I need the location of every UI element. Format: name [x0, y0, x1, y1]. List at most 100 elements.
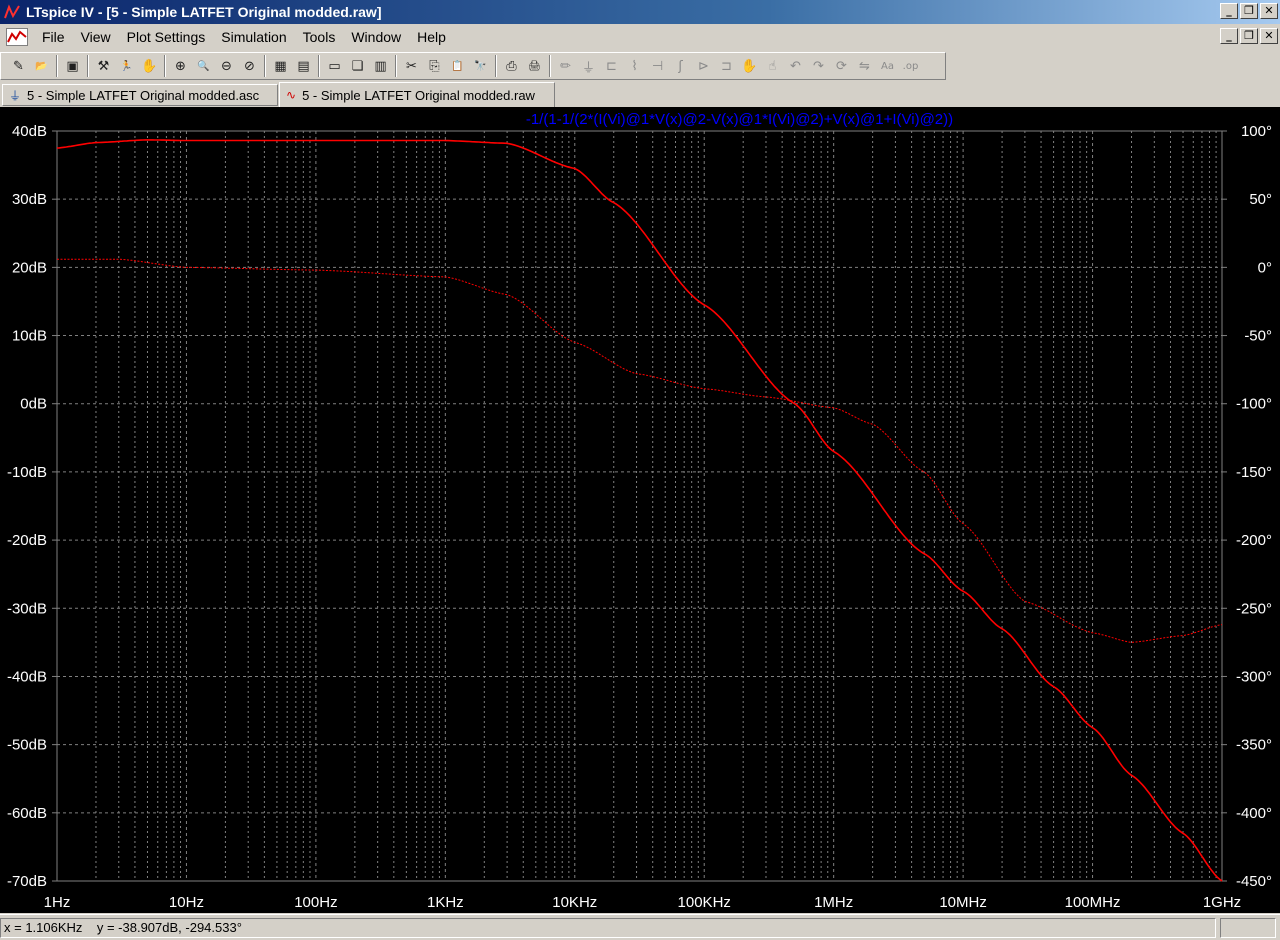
y-tick-label: -50dB	[7, 737, 47, 754]
print-preview-icon[interactable]: ⎙	[500, 55, 523, 77]
toolbar-separator	[318, 55, 320, 77]
resistor-icon[interactable]: ⌇	[623, 55, 646, 77]
print-icon[interactable]: 🖨	[523, 55, 546, 77]
y-tick-label: -30dB	[7, 600, 47, 617]
y-tick-label: 40dB	[12, 123, 47, 140]
zoom-in-icon[interactable]: 🔍	[192, 55, 215, 77]
menu-help[interactable]: Help	[409, 29, 454, 45]
inductor-icon[interactable]: ʃ	[669, 55, 692, 77]
x-tick-label: 100Hz	[294, 894, 337, 911]
plot-canvas[interactable]: 1Hz 10Hz 100Hz 1KHz 10KHz 100KHz 1MHz 10MHz 100M…	[0, 107, 1280, 913]
component-icon[interactable]: ⊐	[715, 55, 738, 77]
autorange-icon[interactable]: ▦	[269, 55, 292, 77]
menu-bar: File View Plot Settings Simulation Tools…	[0, 24, 1280, 49]
tile-vertical-icon[interactable]: ▥	[369, 55, 392, 77]
toolbar-separator	[264, 55, 266, 77]
waveform-doc-icon[interactable]	[6, 27, 28, 46]
trace-expression-label[interactable]: -1/(1-1/(2*(I(Vi)@1*V(x)@2-V(x)@1*I(Vi)@…	[526, 111, 953, 128]
find-icon[interactable]: 🔭	[469, 55, 492, 77]
y2-tick-label: 100°	[1241, 123, 1272, 140]
waveform-plot[interactable]: 1Hz 10Hz 100Hz 1KHz 10KHz 100KHz 1MHz 10MHz 100M…	[0, 107, 1280, 913]
tile-horizontal-icon[interactable]: ▭	[323, 55, 346, 77]
y2-tick-label: -50°	[1244, 328, 1272, 345]
x-tick-label: 1GHz	[1203, 894, 1241, 911]
y2-tick-label: -400°	[1236, 805, 1272, 822]
zoom-out-icon[interactable]: ⊖	[215, 55, 238, 77]
redo-icon[interactable]: ↷	[807, 55, 830, 77]
zoom-cancel-icon[interactable]: ⊘	[238, 55, 261, 77]
x-tick-label: 10KHz	[552, 894, 597, 911]
y-tick-label: -60dB	[7, 805, 47, 822]
paste-icon[interactable]: 📋	[446, 55, 469, 77]
status-bar: x = 1.106KHz y = -38.907dB, -294.533°	[0, 914, 1280, 940]
toolbar-separator	[495, 55, 497, 77]
menu-tools[interactable]: Tools	[295, 29, 344, 45]
menu-simulation[interactable]: Simulation	[213, 29, 294, 45]
ltspice-logo-icon	[4, 4, 20, 20]
mdi-close-button[interactable]: ✕	[1260, 28, 1278, 44]
y2-tick-label: -350°	[1236, 737, 1272, 754]
spice-directive-icon[interactable]: .op	[899, 55, 922, 77]
toolbar-separator	[87, 55, 89, 77]
save-icon[interactable]: ▣	[61, 55, 84, 77]
y2-tick-label: -450°	[1236, 873, 1272, 890]
cursor-readout-text: x = 1.106KHz y = -38.907dB, -294.533°	[4, 920, 242, 935]
y2-tick-label: -100°	[1236, 396, 1272, 413]
mirror-icon[interactable]: ⇋	[853, 55, 876, 77]
y-tick-label: 30dB	[12, 191, 47, 208]
menu-view[interactable]: View	[73, 29, 119, 45]
y-tick-label: -70dB	[7, 873, 47, 890]
text-icon[interactable]: Aa	[876, 55, 899, 77]
halt-icon[interactable]: ✋	[138, 55, 161, 77]
y-tick-label: 20dB	[12, 259, 47, 276]
draw-wire-icon[interactable]: ✏	[554, 55, 577, 77]
x-tick-label: 10MHz	[939, 894, 987, 911]
open-icon[interactable]: 📂	[30, 55, 53, 77]
y2-tick-label: 0°	[1258, 259, 1272, 276]
toolbar-separator	[164, 55, 166, 77]
drag-icon[interactable]: ☝	[761, 55, 784, 77]
diode-icon[interactable]: ⊳	[692, 55, 715, 77]
tab-schematic[interactable]: ⏚ 5 - Simple LATFET Original modded.asc	[2, 84, 278, 106]
y2-tick-label: -150°	[1236, 464, 1272, 481]
x-tick-label: 10Hz	[169, 894, 204, 911]
restore-button[interactable]: ❐	[1240, 3, 1258, 19]
cascade-icon[interactable]: ❏	[346, 55, 369, 77]
pick-visible-traces-icon[interactable]: ▤	[292, 55, 315, 77]
window-title: LTspice IV - [5 - Simple LATFET Original…	[26, 4, 382, 20]
move-icon[interactable]: ✋	[738, 55, 761, 77]
ground-icon[interactable]: ⏚	[577, 55, 600, 77]
cut-icon[interactable]: ✂	[400, 55, 423, 77]
tab-waveform[interactable]: ∿ 5 - Simple LATFET Original modded.raw	[279, 82, 555, 107]
control-panel-icon[interactable]: ⚒	[92, 55, 115, 77]
plot-frame	[56, 130, 1223, 882]
phase-trace[interactable]	[57, 258, 1223, 643]
mdi-restore-button[interactable]: ❐	[1240, 28, 1258, 44]
y2-tick-label: -200°	[1236, 532, 1272, 549]
menu-plot-settings[interactable]: Plot Settings	[119, 29, 214, 45]
run-icon[interactable]: 🏃	[115, 55, 138, 77]
label-net-icon[interactable]: ⊏	[600, 55, 623, 77]
new-schematic-icon[interactable]: ✎	[7, 55, 30, 77]
zoom-area-icon[interactable]: ⊕	[169, 55, 192, 77]
magnitude-trace[interactable]	[56, 139, 1223, 882]
copy-icon[interactable]: ⎘	[423, 55, 446, 77]
menu-file[interactable]: File	[34, 29, 73, 45]
schematic-icon: ⏚	[9, 88, 22, 103]
close-button[interactable]: ✕	[1260, 3, 1278, 19]
mdi-minimize-button[interactable]: _	[1220, 28, 1238, 44]
minimize-button[interactable]: _	[1220, 3, 1238, 19]
x-tick-label: 100MHz	[1065, 894, 1121, 911]
x-tick-label: 1KHz	[427, 894, 464, 911]
menu-window[interactable]: Window	[343, 29, 409, 45]
capacitor-icon[interactable]: ⊣	[646, 55, 669, 77]
x-tick-label: 100KHz	[678, 894, 731, 911]
y-tick-label: 10dB	[12, 328, 47, 345]
y2-tick-label: -250°	[1236, 600, 1272, 617]
rotate-icon[interactable]: ⟳	[830, 55, 853, 77]
toolbar-separator	[395, 55, 397, 77]
toolbar-separator	[56, 55, 58, 77]
waveform-icon: ∿	[286, 88, 297, 102]
document-tabs: ⏚ 5 - Simple LATFET Original modded.asc …	[0, 81, 1280, 107]
undo-icon[interactable]: ↶	[784, 55, 807, 77]
